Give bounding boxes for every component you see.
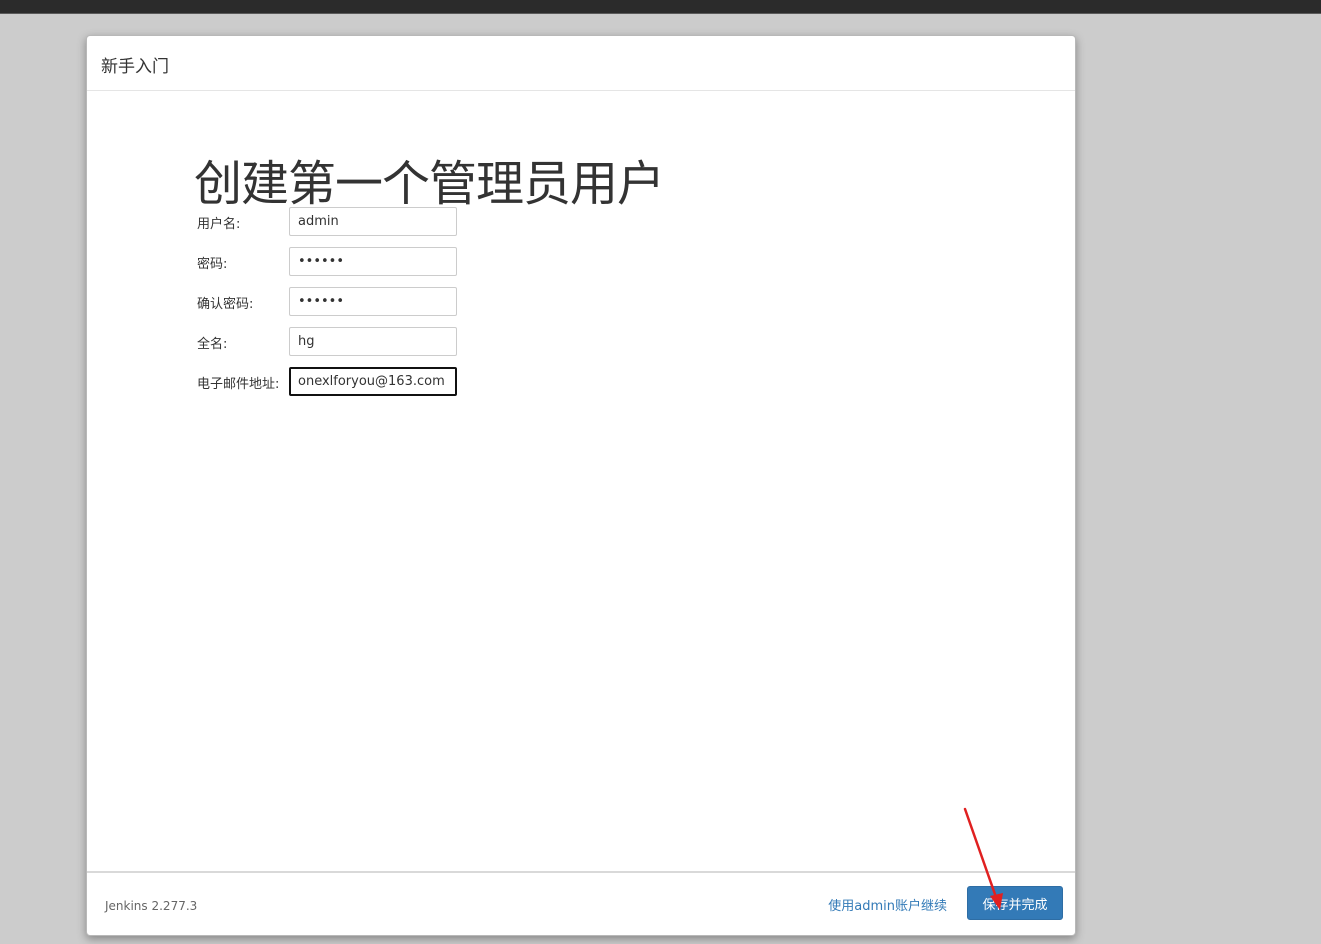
fullname-label: 全名:: [197, 337, 228, 352]
dialog-footer: Jenkins 2.277.3 使用admin账户继续 保存并完成: [87, 871, 1075, 935]
username-input[interactable]: [289, 207, 457, 236]
dialog-title: 新手入门: [101, 57, 169, 77]
email-input[interactable]: [289, 367, 457, 396]
fullname-input[interactable]: [289, 327, 457, 356]
continue-as-admin-link[interactable]: 使用admin账户继续: [828, 895, 947, 914]
password-label: 密码:: [197, 257, 228, 272]
browser-top-bar: [0, 0, 1321, 14]
username-label: 用户名:: [197, 217, 241, 232]
email-label: 电子邮件地址:: [197, 377, 280, 392]
confirm-password-label: 确认密码:: [197, 297, 254, 312]
save-and-finish-button[interactable]: 保存并完成: [967, 886, 1063, 920]
password-input[interactable]: [289, 247, 457, 276]
confirm-password-input[interactable]: [289, 287, 457, 316]
dialog-header: 新手入门: [87, 36, 1075, 91]
jenkins-version: Jenkins 2.277.3: [105, 899, 198, 913]
setup-wizard-dialog: 新手入门 创建第一个管理员用户 用户名: 密码: 确认密码: 全名: 电子邮件地…: [86, 35, 1076, 936]
page-heading: 创建第一个管理员用户: [194, 156, 665, 212]
